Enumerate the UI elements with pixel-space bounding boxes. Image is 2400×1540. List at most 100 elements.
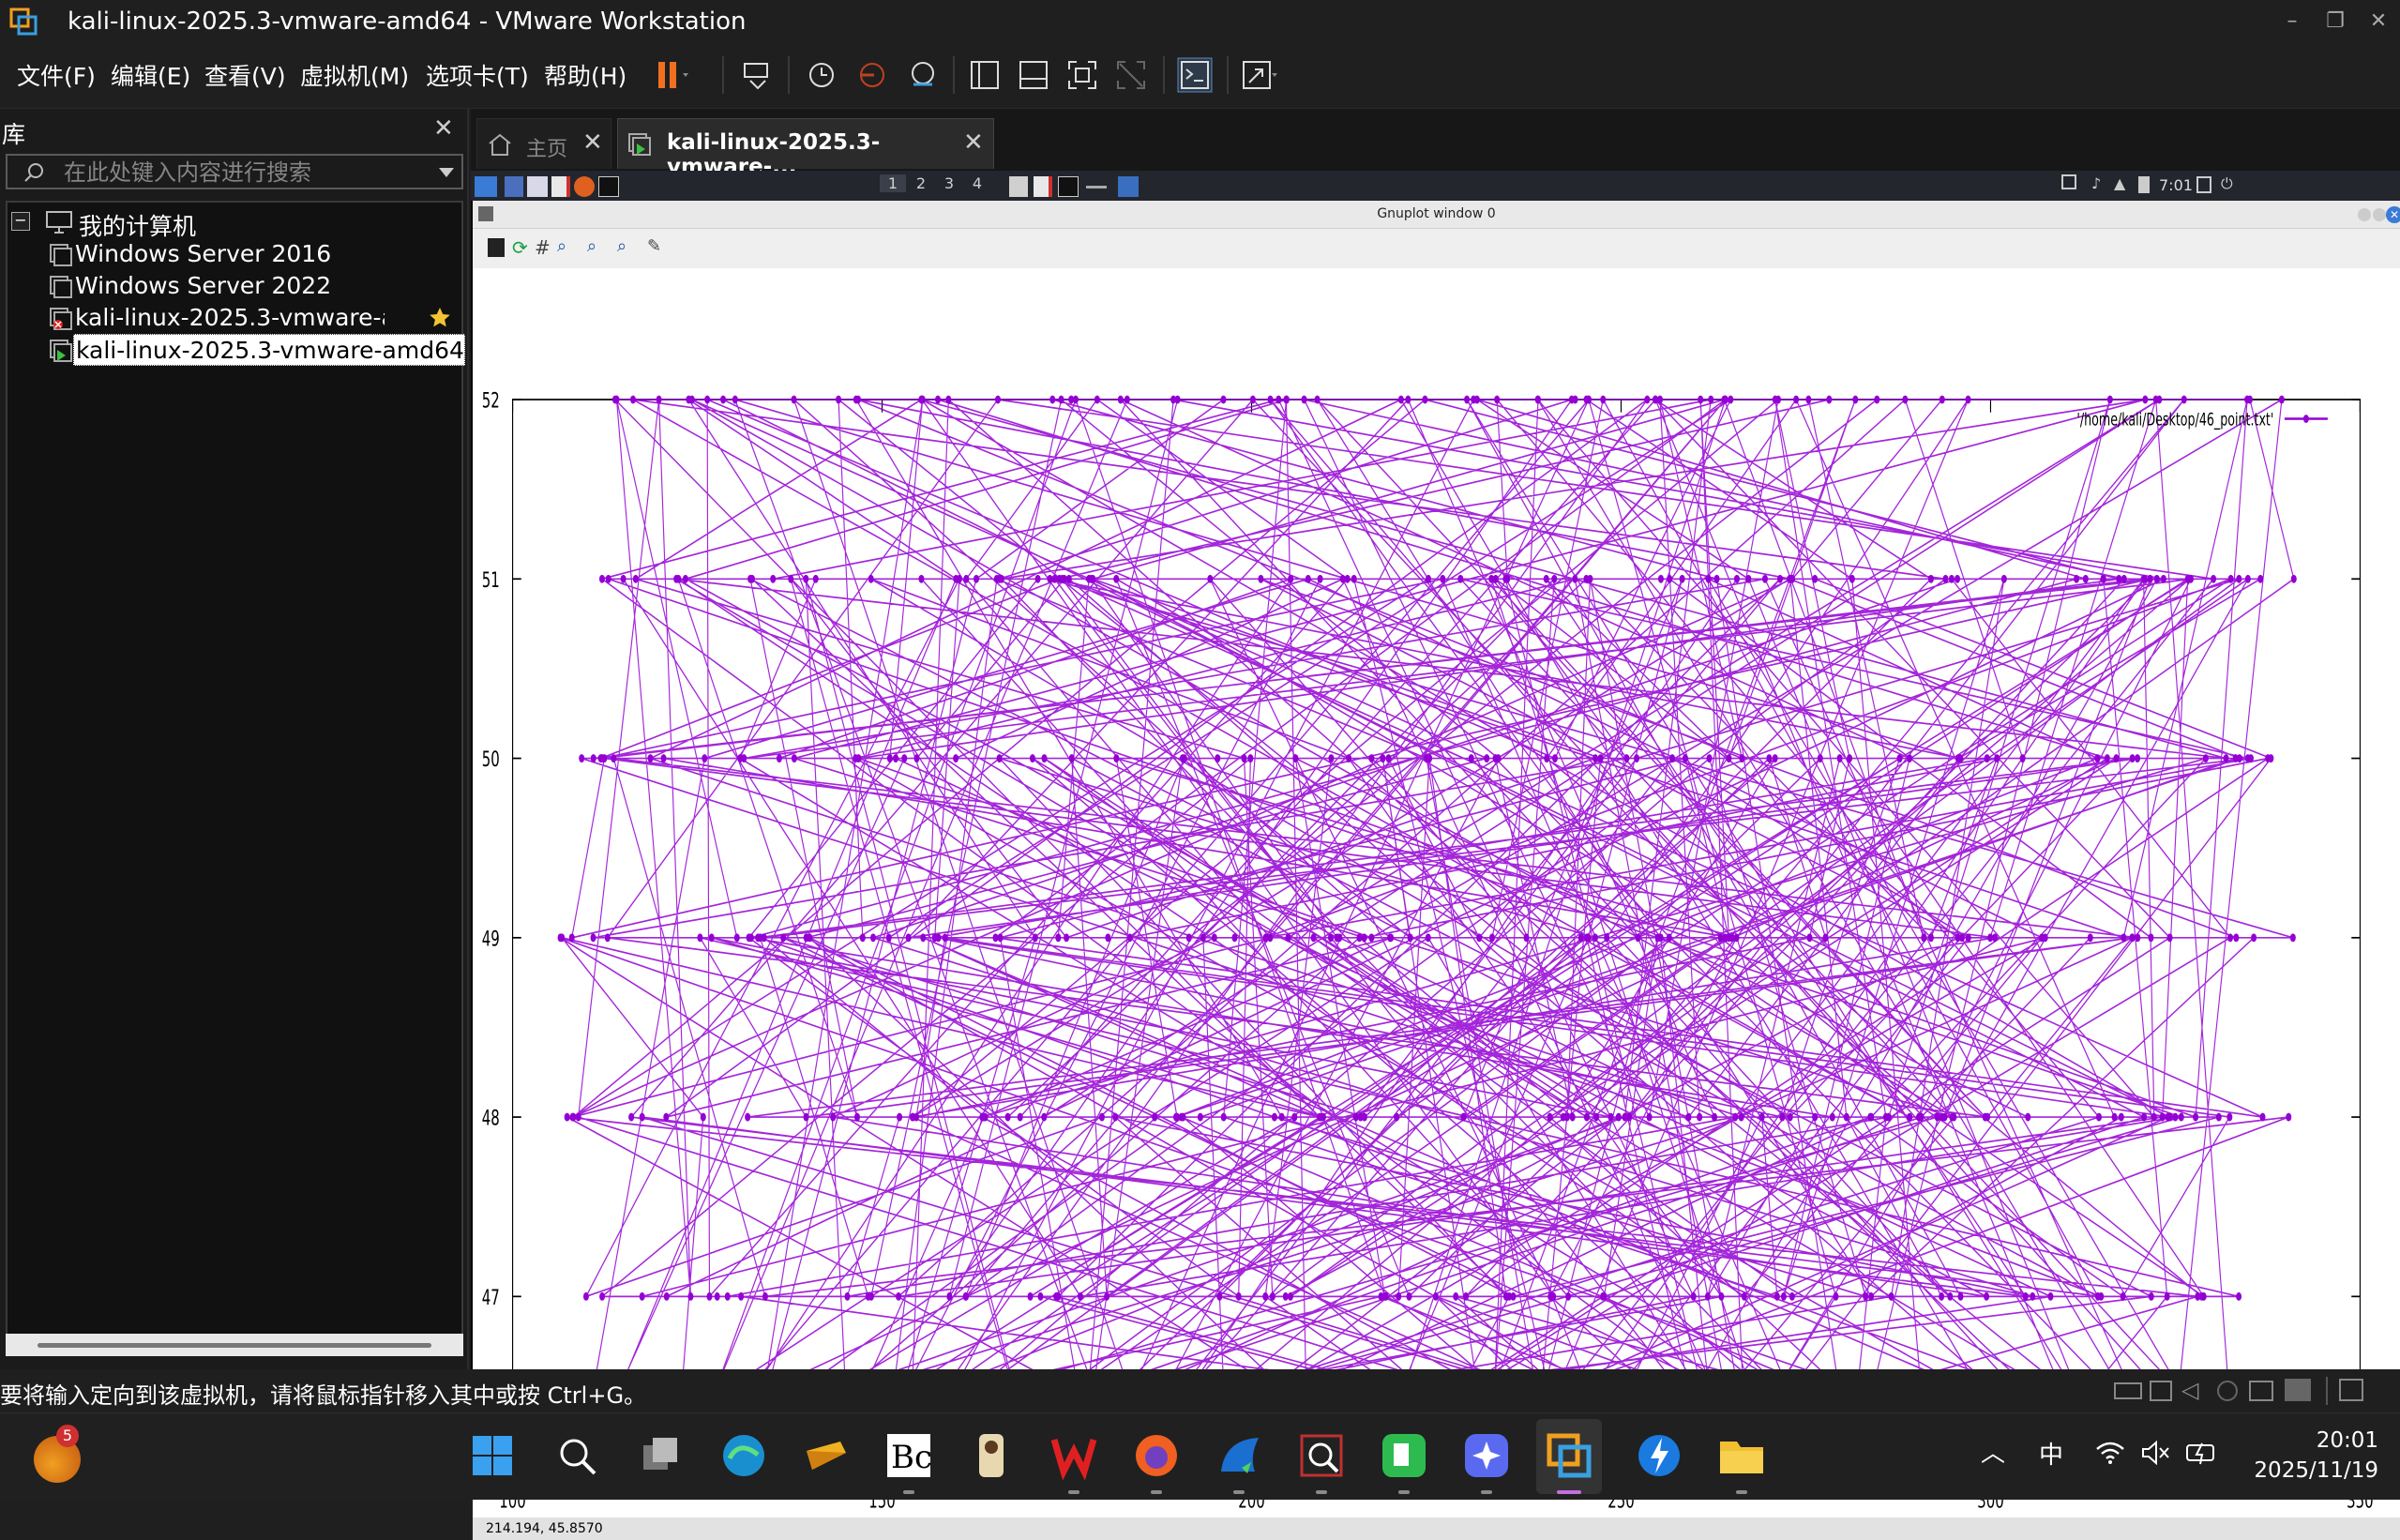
copy-to-clipboard-icon[interactable] <box>488 238 505 257</box>
menu-file[interactable]: 文件(F) <box>17 58 96 92</box>
wifi-icon[interactable] <box>2095 1440 2125 1466</box>
show-hidden-icons-icon[interactable]: ︿ <box>1981 1434 2005 1469</box>
full-screen-icon[interactable] <box>1062 54 1103 96</box>
file-explorer-icon[interactable] <box>1716 1430 1767 1481</box>
notification-icon[interactable]: ▲ <box>2114 174 2125 192</box>
edge-icon[interactable] <box>718 1430 769 1481</box>
tree-item-vm[interactable]: kali-linux-2025.3-vmware-an <box>49 302 461 334</box>
minimize-button[interactable]: – <box>2273 8 2311 36</box>
ime-indicator[interactable]: 中 <box>2039 1436 2063 1471</box>
search-dropdown-icon[interactable] <box>437 165 456 180</box>
terminal-icon[interactable] <box>598 176 619 197</box>
collapse-icon[interactable]: − <box>11 212 30 231</box>
usb-device-icon[interactable] <box>2249 1381 2273 1401</box>
tab-vm[interactable]: kali-linux-2025.3-vmware-... ✕ <box>617 118 994 179</box>
zoom-next-icon[interactable]: ⌕ <box>587 236 596 256</box>
close-tab-icon[interactable]: ✕ <box>963 128 984 157</box>
folder-app-icon[interactable] <box>801 1430 852 1481</box>
volume-muted-icon[interactable] <box>2140 1440 2170 1466</box>
system-clock-date[interactable]: 2025/11/19 <box>2232 1458 2378 1483</box>
menu-help[interactable]: 帮助(H) <box>544 58 626 92</box>
grid-icon[interactable]: # <box>535 236 551 259</box>
gnuplot-plot-area[interactable]: 46474849505152100150200250300350'/home/k… <box>473 268 2400 1517</box>
fox-app-icon[interactable] <box>966 1430 1017 1481</box>
volume-icon[interactable]: ♪ <box>2091 174 2101 192</box>
menu-vm[interactable]: 虚拟机(M) <box>300 58 409 92</box>
gnuplot-close-button[interactable]: ✕ <box>2386 206 2400 223</box>
start-icon[interactable] <box>467 1430 518 1481</box>
lock-icon[interactable] <box>2196 176 2211 193</box>
menu-tabs[interactable]: 选项卡(T) <box>426 58 529 92</box>
library-search-box[interactable] <box>6 154 463 189</box>
task-view-icon[interactable] <box>636 1430 687 1481</box>
cd-dvd-icon[interactable] <box>2217 1381 2238 1401</box>
ai-assistant-icon[interactable] <box>1461 1430 1512 1481</box>
console-view-icon[interactable] <box>1174 54 1215 96</box>
workspace-2[interactable]: 2 <box>908 174 934 192</box>
search-icon[interactable] <box>551 1430 602 1481</box>
close-window-button[interactable]: ✕ <box>2360 8 2397 36</box>
replot-icon[interactable]: ⟳ <box>512 236 528 259</box>
display-icon[interactable] <box>2061 174 2076 189</box>
battery-charging-icon[interactable] <box>2185 1440 2219 1466</box>
tab-home[interactable]: 主页 ✕ <box>476 118 611 169</box>
minimized-task-icon[interactable] <box>1086 186 1107 189</box>
terminal-task-icon[interactable] <box>1058 176 1079 197</box>
send-keys-icon[interactable] <box>737 54 778 96</box>
close-library-icon[interactable]: ✕ <box>433 114 454 143</box>
zoom-previous-icon[interactable]: ⌕ <box>557 236 566 256</box>
close-tab-icon[interactable]: ✕ <box>582 128 603 157</box>
menu-view[interactable]: 查看(V) <box>204 58 286 92</box>
system-clock-time[interactable]: 20:01 <box>2275 1428 2378 1453</box>
qr-tool-icon[interactable] <box>1296 1430 1347 1481</box>
edge-dev-icon[interactable] <box>1214 1430 1264 1481</box>
workspace-show-icon[interactable] <box>505 176 523 197</box>
text-editor-icon[interactable] <box>551 176 570 197</box>
gnuplot-maximize-button[interactable] <box>2373 208 2386 221</box>
printer-icon[interactable] <box>2285 1379 2311 1401</box>
vmware-taskbar-icon[interactable] <box>1544 1430 1594 1481</box>
snapshot-manager-icon[interactable] <box>902 54 943 96</box>
message-log-icon[interactable] <box>2339 1379 2363 1401</box>
restore-button[interactable]: ❐ <box>2317 8 2354 36</box>
menu-edit[interactable]: 编辑(E) <box>111 58 190 92</box>
autoscale-icon[interactable]: ⌕ <box>617 236 626 256</box>
stretch-view-icon[interactable] <box>1238 54 1279 96</box>
scrollbar-thumb[interactable] <box>38 1343 431 1348</box>
gnuplot-task-icon[interactable] <box>1009 176 1028 197</box>
library-search-input[interactable] <box>64 159 420 186</box>
thunder-icon[interactable] <box>1634 1430 1684 1481</box>
beyond-compare-icon[interactable]: Bc <box>883 1430 934 1481</box>
show-library-icon[interactable] <box>964 54 1005 96</box>
library-horizontal-scrollbar[interactable] <box>6 1334 463 1356</box>
window-task-icon[interactable] <box>1118 176 1139 197</box>
gnuplot-minimize-button[interactable] <box>2358 208 2371 221</box>
file-manager-icon[interactable] <box>527 176 548 197</box>
firefox-icon[interactable] <box>574 176 595 197</box>
battery-icon[interactable] <box>2138 176 2150 193</box>
tree-item-vm[interactable]: Windows Server 2016 <box>49 238 461 270</box>
thumbnail-bar-icon[interactable] <box>1013 54 1054 96</box>
editor-task-icon[interactable] <box>1034 176 1052 197</box>
tree-root[interactable]: − 我的计算机 <box>8 206 458 240</box>
pause-icon[interactable] <box>649 54 690 96</box>
firefox-icon[interactable] <box>1131 1430 1182 1481</box>
unity-icon[interactable] <box>1110 54 1152 96</box>
kali-menu-icon[interactable] <box>475 176 497 197</box>
sound-card-icon[interactable]: ◁ <box>2181 1377 2198 1403</box>
workspace-3[interactable]: 3 <box>936 174 962 192</box>
wps-icon[interactable] <box>1049 1430 1099 1481</box>
power-icon[interactable]: ⏻ <box>2221 174 2233 193</box>
workspace-1[interactable]: 1 <box>880 174 906 192</box>
config-icon[interactable]: ✎ <box>647 236 661 256</box>
tree-item-vm-selected[interactable]: kali-linux-2025.3-vmware-amd64 <box>49 334 465 366</box>
revert-snapshot-icon[interactable] <box>852 54 893 96</box>
network-adapter-icon[interactable] <box>2150 1381 2172 1401</box>
hard-disk-icon[interactable] <box>2114 1382 2142 1399</box>
green-app-icon[interactable] <box>1379 1430 1429 1481</box>
snapshot-icon[interactable] <box>801 54 842 96</box>
kali-clock[interactable]: 7:01 <box>2159 176 2193 194</box>
vm-console[interactable]: 1 2 3 4 ♪ ▲ 7:01 ⏻ Gnuplot window 0 ✕ ⟳ … <box>471 171 2400 1540</box>
tree-item-vm[interactable]: Windows Server 2022 <box>49 270 461 302</box>
workspace-4[interactable]: 4 <box>964 174 990 192</box>
